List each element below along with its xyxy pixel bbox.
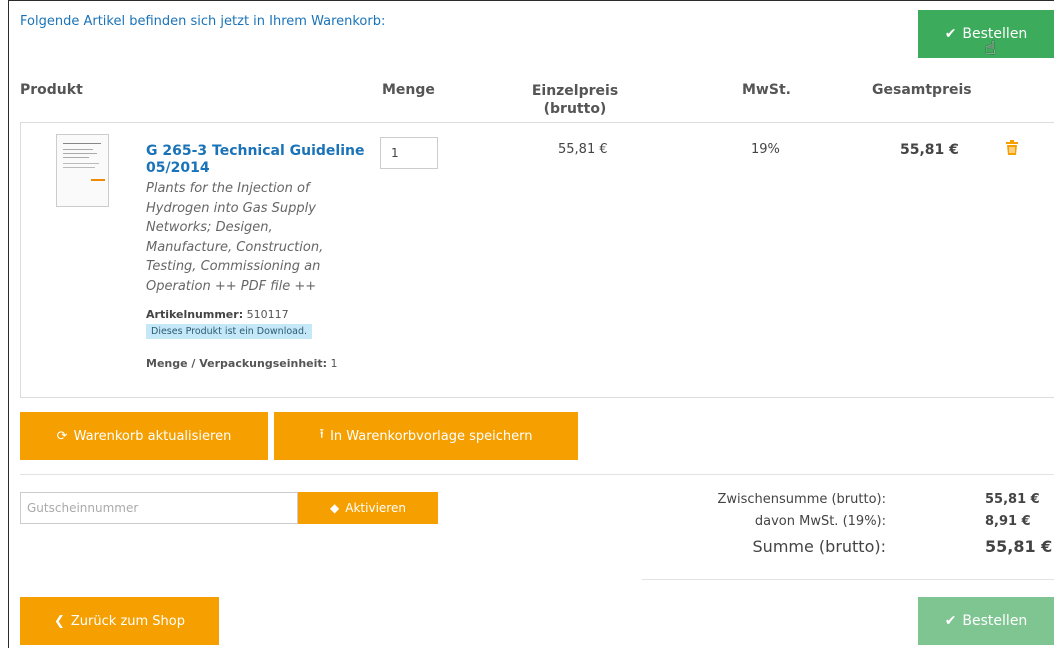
grand-total-value: 55,81 €: [985, 537, 1053, 556]
back-to-shop-label: Zurück zum Shop: [70, 613, 185, 629]
column-header-unit-price-line2: (brutto): [543, 101, 607, 117]
pack-unit-value: 1: [330, 357, 338, 370]
summary-divider: [642, 579, 1054, 580]
checkmark-icon: ✔: [944, 613, 957, 629]
checkmark-icon: ✔: [944, 26, 957, 42]
update-cart-label: Warenkorb aktualisieren: [73, 428, 232, 444]
hand-cursor-icon: ☝: [985, 38, 996, 59]
upload-icon: ⭱: [319, 427, 325, 442]
save-template-label: In Warenkorbvorlage speichern: [330, 428, 533, 444]
grand-total-label: Summe (brutto):: [752, 537, 886, 556]
column-header-quantity: Menge: [382, 82, 435, 98]
frame-border-left: [8, 0, 9, 648]
subtotal-value: 55,81 €: [985, 492, 1040, 507]
vat-total-label: davon MwSt. (19%):: [754, 514, 886, 529]
product-title-link[interactable]: G 265-3 Technical Guideline 05/2014: [146, 143, 366, 177]
unit-price: 55,81 €: [558, 142, 608, 157]
chevron-left-icon: ❮: [54, 613, 65, 629]
activate-coupon-button[interactable]: ◆ Aktivieren: [298, 492, 438, 524]
product-thumbnail[interactable]: [56, 134, 109, 207]
column-header-unit-price-line1: Einzelpreis: [531, 83, 619, 99]
refresh-icon: ⟳: [56, 428, 68, 444]
tag-icon: ◆: [330, 501, 340, 515]
activate-label: Aktivieren: [345, 501, 406, 515]
back-to-shop-button[interactable]: ❮ Zurück zum Shop: [20, 597, 219, 645]
cart-intro-text: Folgende Artikel befinden sich jetzt in …: [20, 14, 386, 29]
vat-rate: 19%: [751, 142, 780, 157]
order-button-label: Bestellen: [962, 613, 1028, 629]
vat-total-value: 8,91 €: [985, 514, 1031, 529]
download-badge: Dieses Produkt ist ein Download.: [146, 324, 313, 339]
article-number-value: 510117: [246, 308, 289, 321]
subtotal-label: Zwischensumme (brutto):: [717, 492, 886, 507]
column-header-total: Gesamtpreis: [872, 82, 972, 98]
line-total: 55,81 €: [900, 142, 959, 158]
pack-unit: Menge / Verpackungseinheit: 1: [146, 357, 338, 370]
column-header-unit-price: Einzelpreis (brutto): [520, 82, 630, 118]
article-number-label: Artikelnummer:: [146, 308, 244, 321]
quantity-input[interactable]: [380, 137, 438, 169]
coupon-input[interactable]: [20, 492, 298, 524]
trash-icon[interactable]: [1006, 140, 1018, 155]
column-header-vat: MwSt.: [742, 82, 791, 98]
product-description: Plants for the Injection of Hydrogen int…: [146, 181, 324, 294]
column-header-product: Produkt: [20, 82, 83, 98]
article-number: Artikelnummer: 510117: [146, 308, 289, 321]
update-cart-button[interactable]: ⟳ Warenkorb aktualisieren: [20, 412, 268, 460]
order-button-bottom[interactable]: ✔ Bestellen: [918, 597, 1054, 645]
pack-unit-label: Menge / Verpackungseinheit:: [146, 357, 328, 370]
save-template-button[interactable]: ⭱ In Warenkorbvorlage speichern: [274, 412, 578, 460]
section-divider: [20, 474, 1054, 475]
frame-border-top: [8, 0, 1054, 1]
